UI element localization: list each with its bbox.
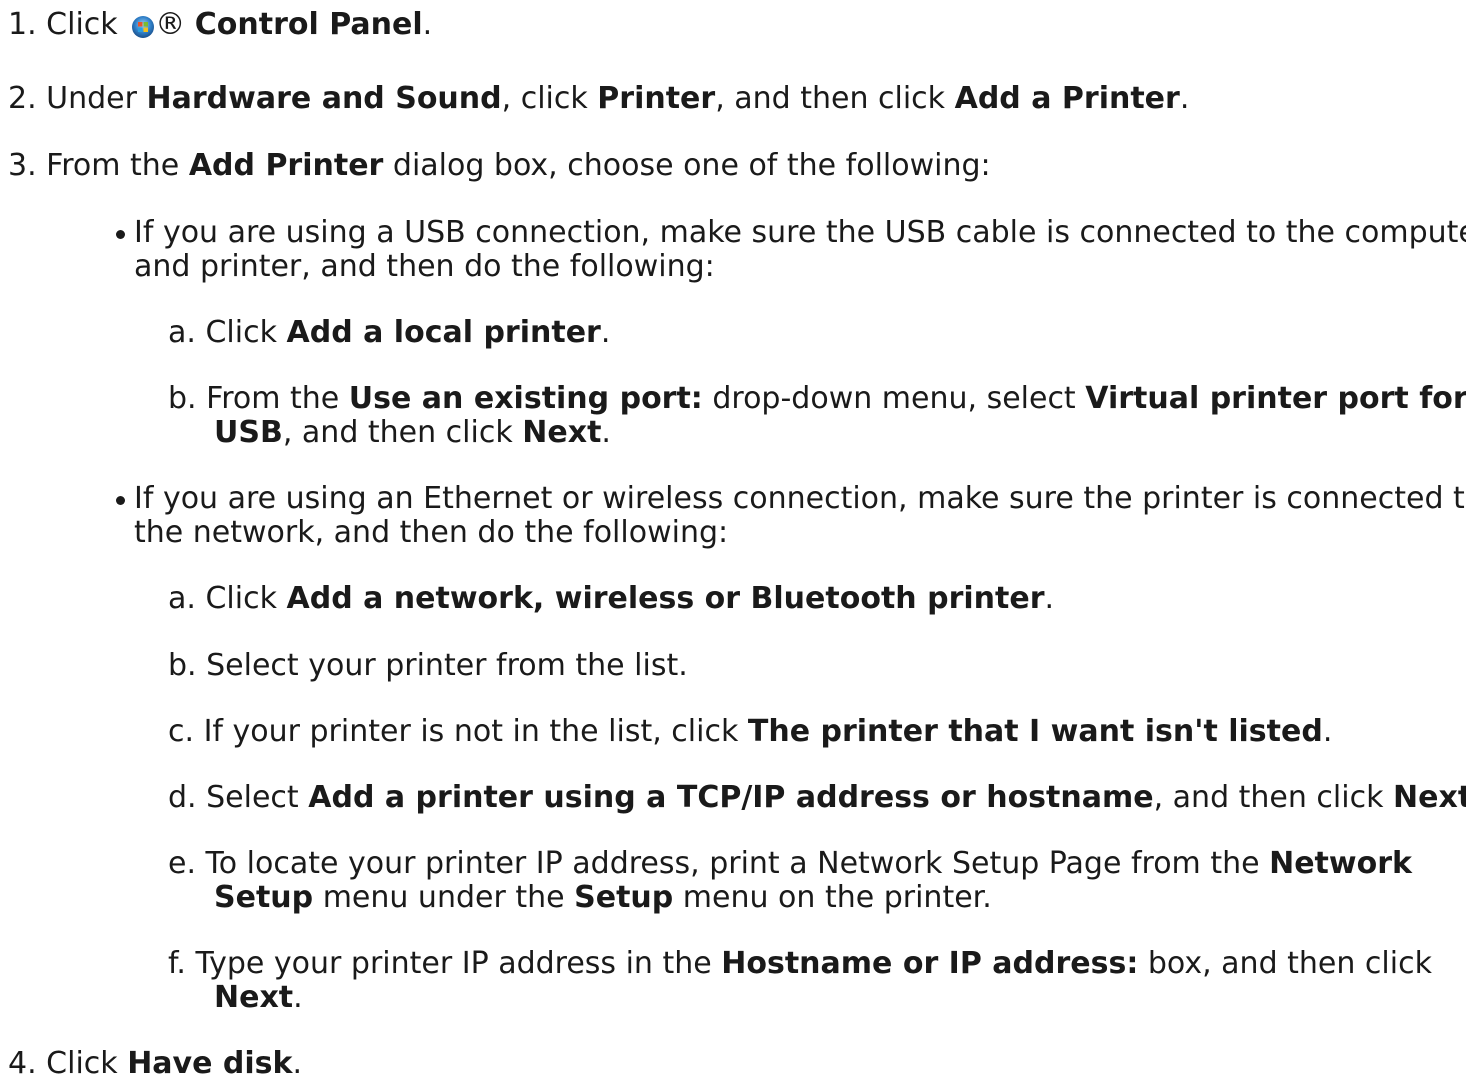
substep-letter: a. — [168, 315, 196, 350]
substep-text: If your printer is not in the list, clic… — [203, 714, 739, 749]
step-text: , click — [501, 81, 588, 116]
step-text: Click — [46, 7, 118, 42]
substep-text: To locate your printer IP address, print… — [205, 846, 1260, 881]
substep-letter: b. — [168, 381, 197, 416]
use-existing-port-label: Use an existing port: — [348, 381, 703, 416]
step-text: dialog box, choose one of the following: — [392, 148, 991, 183]
step-2: 2. Under Hardware and Sound, click Print… — [8, 82, 1189, 116]
setup-label: Setup — [214, 880, 314, 915]
substep-letter: d. — [168, 780, 197, 815]
add-local-printer-label: Add a local printer — [286, 315, 601, 350]
have-disk-label: Have disk — [127, 1046, 293, 1081]
hardware-and-sound-label: Hardware and Sound — [146, 81, 502, 116]
network-substep-e-line-2: Setup menu under the Setup menu on the p… — [214, 881, 992, 915]
control-panel-label: Control Panel — [194, 7, 423, 42]
network-label: Network — [1269, 846, 1412, 881]
add-printer-label: Add Printer — [188, 148, 384, 183]
printer-not-listed-label: The printer that I want isn't listed — [747, 714, 1323, 749]
step-number: 4. — [8, 1046, 37, 1081]
usb-intro-line-2: and printer, and then do the following: — [134, 249, 715, 284]
network-substep-e-line-1: e. To locate your printer IP address, pr… — [168, 847, 1412, 881]
step-number: 2. — [8, 81, 37, 116]
step-4: 4. Click Have disk. — [8, 1047, 302, 1081]
document-page: { "step1": { "number": "1.", "prefix": "… — [0, 0, 1466, 1081]
network-substep-d: d. Select Add a printer using a TCP/IP a… — [168, 781, 1466, 815]
network-substep-f-line-1: f. Type your printer IP address in the H… — [168, 947, 1432, 981]
substep-letter: c. — [168, 714, 195, 749]
punctuation: . — [292, 1046, 303, 1081]
step-number: 3. — [8, 148, 37, 183]
step-text: , and then click — [715, 81, 946, 116]
step-1: 1. Click ® Control Panel. — [8, 8, 432, 42]
substep-letter: f. — [168, 946, 186, 981]
printer-label: Printer — [597, 81, 716, 116]
usb-intro-line-1: If you are using a USB connection, make … — [134, 215, 1466, 250]
setup-menu-label: Setup — [574, 880, 674, 915]
next-label: Next — [1393, 780, 1466, 815]
virtual-printer-port-label: Virtual printer port for — [1085, 381, 1466, 416]
next-label: Next — [214, 980, 294, 1015]
substep-text: Select — [206, 780, 299, 815]
substep-text: , and then click — [1153, 780, 1384, 815]
substep-letter: b. — [168, 648, 197, 683]
usb-substep-a: a. Click Add a local printer. — [168, 316, 610, 350]
substep-text: Select your printer from the list. — [206, 648, 688, 683]
step-3: 3. From the Add Printer dialog box, choo… — [8, 149, 991, 183]
usb-label: USB — [214, 415, 283, 450]
step-text: Click — [46, 1046, 118, 1081]
hostname-ip-label: Hostname or IP address: — [721, 946, 1139, 981]
punctuation: . — [1322, 714, 1333, 749]
punctuation: . — [601, 415, 611, 450]
usb-substep-b-line-1: b. From the Use an existing port: drop-d… — [168, 382, 1466, 416]
substep-text: drop-down menu, select — [712, 381, 1076, 416]
network-substep-b: b. Select your printer from the list. — [168, 649, 688, 683]
network-intro-line-1: If you are using an Ethernet or wireless… — [134, 481, 1466, 516]
add-network-printer-label: Add a network, wireless or Bluetooth pri… — [286, 581, 1045, 616]
substep-text: Click — [205, 581, 277, 616]
substep-text: menu on the printer. — [682, 880, 992, 915]
network-substep-a: a. Click Add a network, wireless or Blue… — [168, 582, 1054, 616]
punctuation: . — [293, 980, 303, 1015]
usb-substep-b-line-2: USB, and then click Next. — [214, 416, 611, 450]
substep-text: , and then click — [282, 415, 513, 450]
punctuation: . — [600, 315, 611, 350]
step-text: From the — [46, 148, 180, 183]
step-text: Under — [46, 81, 137, 116]
punctuation: . — [1179, 81, 1190, 116]
bullet-usb — [116, 230, 125, 239]
substep-letter: e. — [168, 846, 196, 881]
substep-text: box, and then click — [1147, 946, 1432, 981]
substep-text: menu under the — [322, 880, 565, 915]
windows-start-icon — [132, 16, 155, 38]
tcp-ip-option-label: Add a printer using a TCP/IP address or … — [308, 780, 1154, 815]
network-intro-line-2: the network, and then do the following: — [134, 515, 729, 550]
network-substep-f-line-2: Next. — [214, 981, 303, 1015]
network-substep-c: c. If your printer is not in the list, c… — [168, 715, 1332, 749]
bullet-network — [116, 496, 125, 505]
next-label: Next — [522, 415, 602, 450]
registered-mark: ® — [155, 7, 186, 42]
step-number: 1. — [8, 7, 37, 42]
punctuation: . — [1044, 581, 1055, 616]
add-a-printer-label: Add a Printer — [954, 81, 1180, 116]
substep-text: Click — [205, 315, 277, 350]
substep-text: From the — [206, 381, 340, 416]
substep-text: Type your printer IP address in the — [195, 946, 712, 981]
substep-letter: a. — [168, 581, 196, 616]
punctuation: . — [422, 7, 433, 42]
